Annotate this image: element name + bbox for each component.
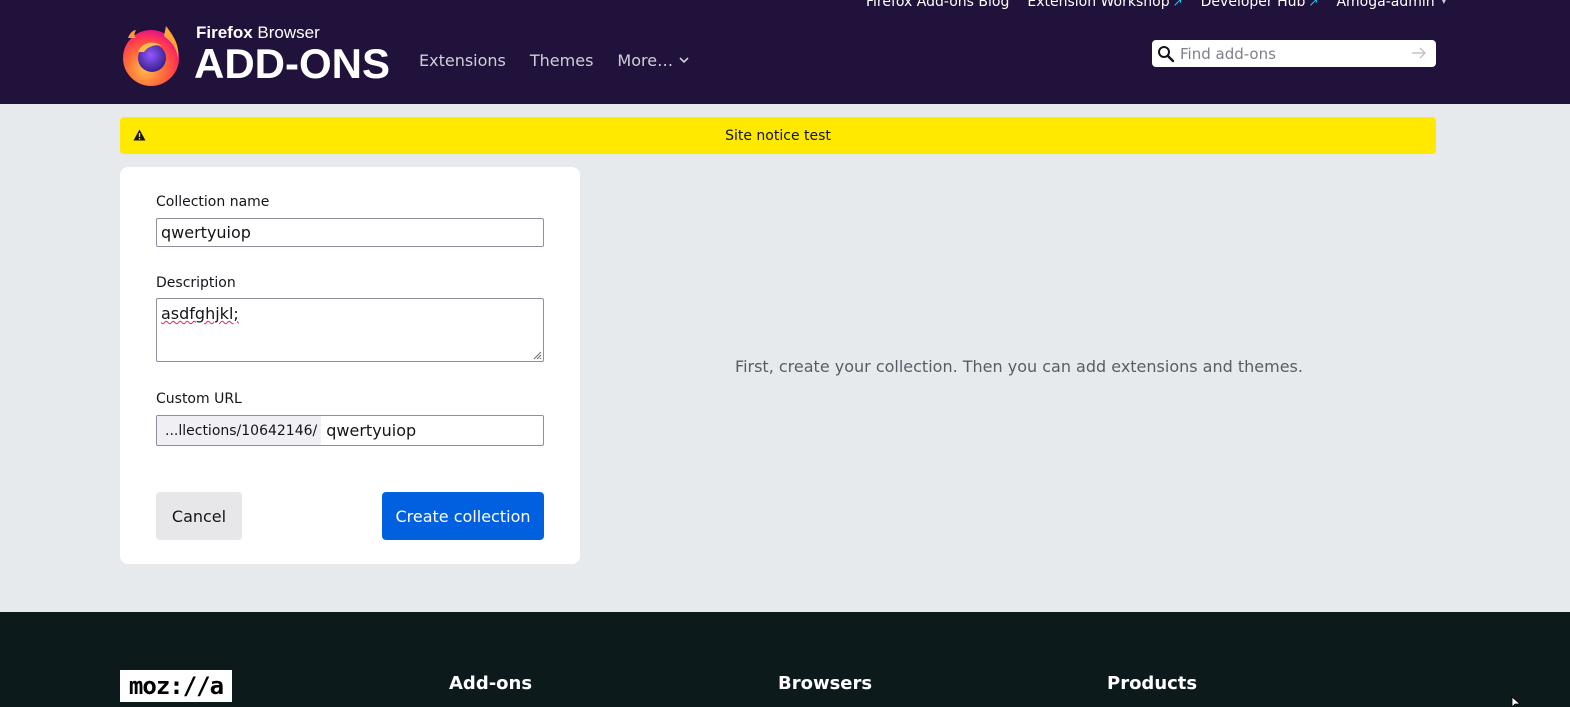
addons-logo[interactable]: Firefox Browser ADD-ONS [120, 20, 400, 88]
collection-hint: First, create your collection. Then you … [735, 357, 1303, 376]
custom-url-label: Custom URL [156, 391, 242, 407]
logo-title: ADD-ONS [194, 40, 390, 87]
search-icon [1158, 46, 1175, 63]
custom-url-field[interactable]: ...llections/10642146/ qwertyuiop [156, 415, 544, 446]
collection-form-card: Collection name qwertyuiop Description a… [120, 167, 580, 564]
url-slug-value: qwertyuiop [326, 421, 417, 440]
site-notice: Site notice test [120, 117, 1436, 154]
nav-themes[interactable]: Themes [530, 51, 594, 70]
developer-hub-link[interactable]: Developer Hub ↗ [1201, 0, 1319, 10]
nav-more[interactable]: More… [617, 51, 689, 70]
user-menu[interactable]: Amoga-admin ▾ [1336, 0, 1446, 10]
site-header: Firefox Add-ons Blog Extension Workshop ↗… [0, 0, 1570, 104]
notice-text: Site notice test [725, 128, 831, 144]
addons-blog-link[interactable]: Firefox Add-ons Blog [866, 0, 1009, 10]
cancel-button[interactable]: Cancel [156, 492, 242, 540]
developer-hub-label: Developer Hub [1200, 0, 1306, 10]
chevron-down-icon [679, 57, 689, 64]
collection-name-value: qwertyuiop [161, 223, 251, 242]
site-footer: moz://a Add-ons Browsers Products [0, 612, 1570, 707]
collection-name-label: Collection name [156, 194, 270, 210]
chevron-down-icon: ▾ [1441, 0, 1447, 7]
main-nav: Extensions Themes More… [419, 51, 689, 70]
mouse-cursor-icon [1511, 697, 1521, 707]
nav-extensions[interactable]: Extensions [419, 51, 506, 70]
mozilla-logo[interactable]: moz://a [120, 670, 232, 702]
external-link-icon: ↗ [1308, 0, 1319, 9]
description-textarea[interactable]: asdfghjkl; [156, 298, 544, 362]
extension-workshop-label: Extension Workshop [1027, 0, 1170, 10]
search-box [1152, 40, 1436, 67]
search-input[interactable] [1180, 43, 1410, 64]
description-label: Description [156, 275, 236, 291]
collection-name-input[interactable]: qwertyuiop [156, 218, 544, 247]
resize-handle-icon[interactable] [532, 350, 542, 360]
nav-more-label: More… [617, 51, 674, 70]
url-prefix: ...llections/10642146/ [157, 416, 322, 445]
top-links: Firefox Add-ons Blog Extension Workshop ↗… [866, 0, 1446, 10]
firefox-logo-icon [123, 26, 179, 86]
addons-blog-label: Firefox Add-ons Blog [866, 0, 1010, 10]
description-value: asdfghjkl; [161, 304, 239, 323]
external-link-icon: ↗ [1172, 0, 1183, 9]
footer-heading-products: Products [1107, 673, 1198, 694]
user-menu-label: Amoga-admin [1336, 0, 1435, 10]
create-collection-button[interactable]: Create collection [382, 492, 544, 540]
arrow-right-icon[interactable] [1410, 44, 1428, 62]
extension-workshop-link[interactable]: Extension Workshop ↗ [1027, 0, 1182, 10]
footer-heading-browsers: Browsers [778, 673, 873, 694]
footer-heading-addons: Add-ons [449, 673, 533, 694]
